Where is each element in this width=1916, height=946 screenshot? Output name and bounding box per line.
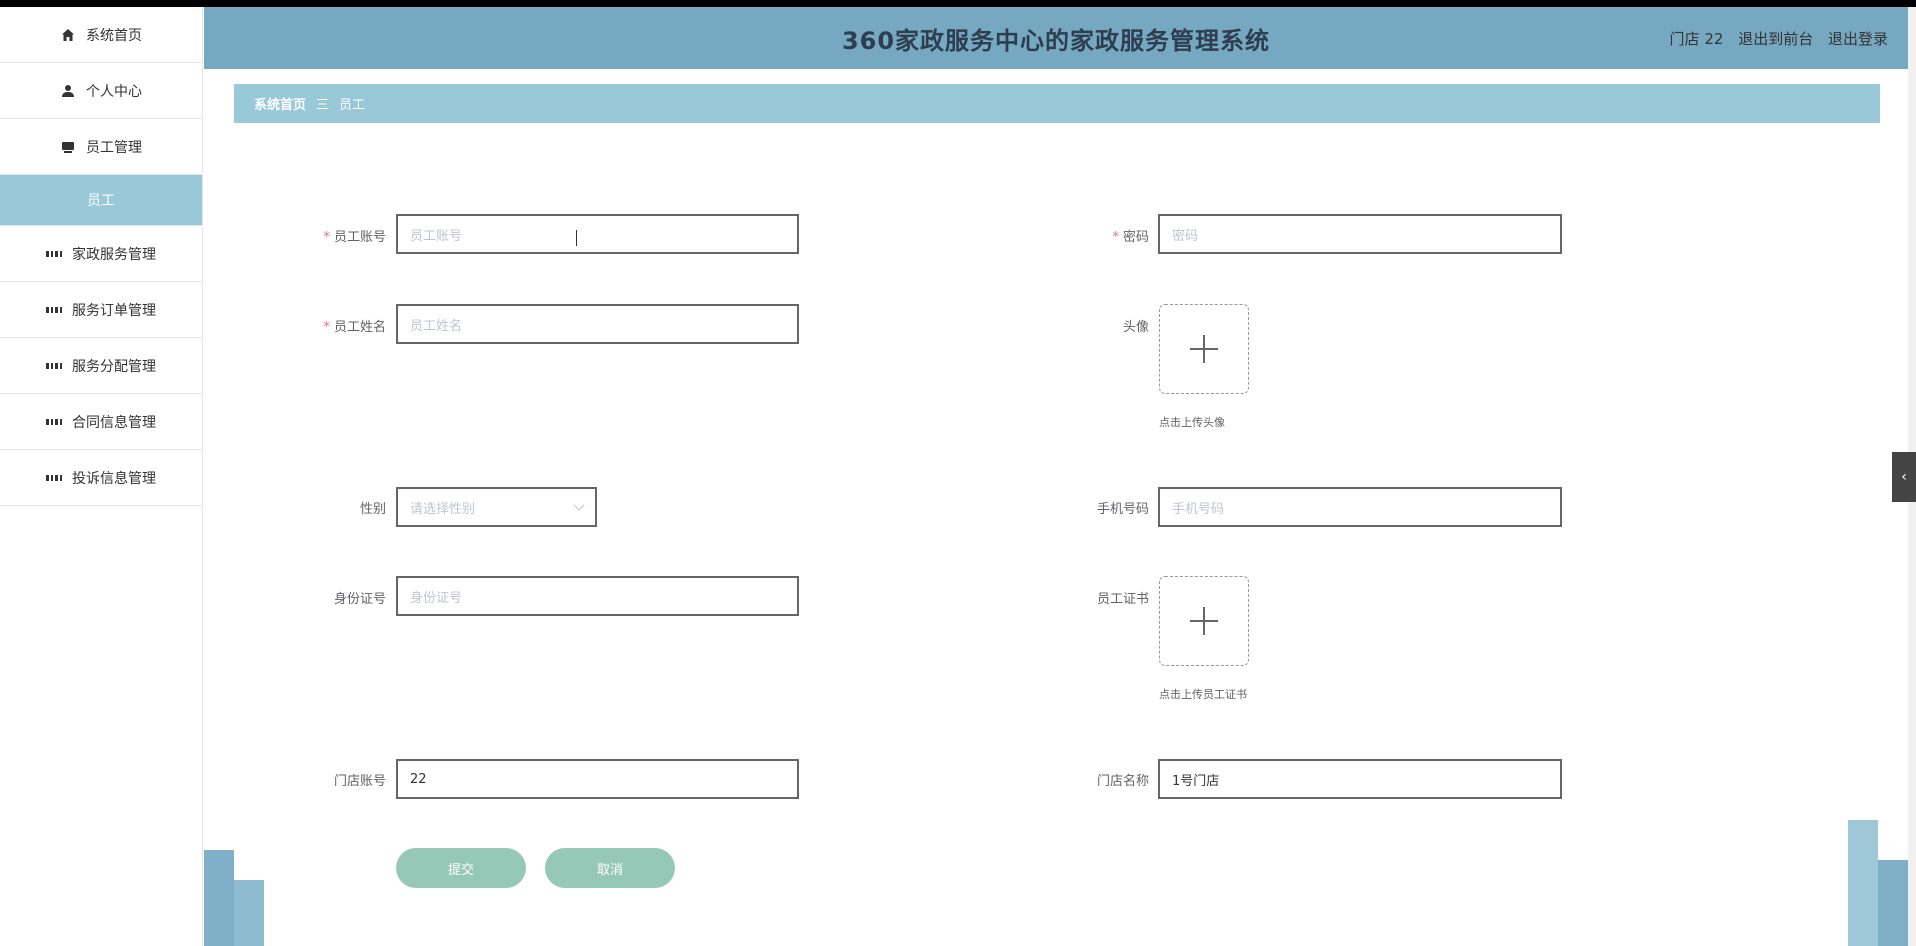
- decoration-right-1: [1848, 820, 1878, 946]
- certificate-label: 员工证书: [1096, 592, 1149, 607]
- breadcrumb-separator: 三: [316, 98, 330, 113]
- gender-select[interactable]: 请选择性别: [396, 487, 597, 527]
- required-mark: *: [323, 230, 330, 245]
- current-user: 门店 22: [1669, 30, 1724, 48]
- gender-label: 性别: [359, 502, 386, 517]
- sidebar-item-label: 员工: [87, 193, 115, 209]
- sidebar-item-label: 服务订单管理: [72, 302, 156, 319]
- sidebar-item-service-management[interactable]: 家政服务管理: [0, 226, 202, 282]
- top-border: [0, 0, 1916, 7]
- breadcrumb-current: 员工: [339, 98, 366, 113]
- store-name-input[interactable]: 1号门店: [1158, 759, 1562, 799]
- name-placeholder: 员工姓名: [410, 318, 463, 334]
- grid-icon: [46, 470, 62, 486]
- breadcrumb-home[interactable]: 系统首页: [254, 94, 306, 113]
- id-card-label: 身份证号: [333, 592, 386, 607]
- chevron-left-icon: ‹: [1901, 469, 1907, 485]
- store-name-value: 1号门店: [1172, 773, 1220, 789]
- sidebar-item-label: 服务分配管理: [72, 358, 156, 375]
- sidebar-item-complaint-management[interactable]: 投诉信息管理: [0, 450, 202, 506]
- plus-icon: [1190, 607, 1218, 635]
- breadcrumb: 系统首页 三 员工: [234, 84, 1880, 123]
- grid-icon: [46, 358, 62, 374]
- home-icon: [60, 27, 76, 43]
- account-placeholder: 员工账号: [410, 228, 463, 244]
- sidebar-item-label: 个人中心: [86, 83, 142, 100]
- chevron-down-icon: [573, 499, 585, 511]
- decoration-left-2: [234, 880, 264, 946]
- sidebar-item-label: 合同信息管理: [72, 414, 156, 431]
- sidebar-item-profile[interactable]: 个人中心: [0, 63, 202, 119]
- id-card-placeholder: 身份证号: [410, 590, 463, 606]
- certificate-upload[interactable]: [1159, 576, 1249, 666]
- name-input[interactable]: 员工姓名: [396, 304, 799, 344]
- store-account-input[interactable]: 22: [396, 759, 799, 799]
- sidebar-item-staff[interactable]: 员工: [0, 175, 202, 226]
- phone-input[interactable]: 手机号码: [1158, 487, 1562, 527]
- app-title: 360家政服务中心的家政服务管理系统: [841, 26, 1271, 55]
- submit-button[interactable]: 提交: [396, 848, 526, 888]
- password-input[interactable]: 密码: [1158, 214, 1562, 254]
- password-placeholder: 密码: [1172, 228, 1199, 244]
- sidebar-item-label: 家政服务管理: [72, 246, 156, 263]
- decoration-right-2: [1878, 860, 1908, 946]
- account-label: * 员工账号: [296, 226, 386, 245]
- header-actions: 门店 22 退出到前台 退出登录: [1670, 28, 1888, 49]
- phone-label: 手机号码: [1096, 502, 1149, 517]
- sidebar-item-assignment-management[interactable]: 服务分配管理: [0, 338, 202, 394]
- gender-placeholder: 请选择性别: [410, 501, 476, 517]
- sidebar-item-label: 系统首页: [86, 27, 142, 44]
- avatar-upload-tip: 点击上传头像: [1159, 416, 1225, 429]
- required-mark: *: [323, 320, 330, 335]
- plus-icon: [1190, 335, 1218, 363]
- sidebar: 系统首页 个人中心 员工管理 员工 家政服务管理 服务订单管理 服务分配管理 合…: [0, 7, 203, 946]
- store-account-label: 门店账号: [333, 774, 386, 789]
- cancel-button[interactable]: 取消: [545, 848, 675, 888]
- logout-link[interactable]: 退出登录: [1828, 30, 1888, 48]
- name-label-text: 员工姓名: [333, 320, 386, 335]
- store-name-label: 门店名称: [1096, 774, 1149, 789]
- name-label: * 员工姓名: [296, 316, 386, 335]
- briefcase-icon: [60, 139, 76, 155]
- grid-icon: [46, 302, 62, 318]
- collapse-tab[interactable]: ‹: [1892, 452, 1916, 502]
- store-account-value: 22: [410, 771, 427, 787]
- required-mark: *: [1112, 230, 1119, 245]
- sidebar-item-home[interactable]: 系统首页: [0, 7, 202, 63]
- phone-placeholder: 手机号码: [1172, 501, 1225, 517]
- password-label-text: 密码: [1122, 230, 1149, 245]
- text-cursor: [576, 230, 582, 246]
- avatar-upload[interactable]: [1159, 304, 1249, 394]
- user-icon: [60, 83, 76, 99]
- sidebar-item-staff-management[interactable]: 员工管理: [0, 119, 202, 175]
- sidebar-item-order-management[interactable]: 服务订单管理: [0, 282, 202, 338]
- account-input[interactable]: 员工账号: [396, 214, 799, 254]
- back-to-front-link[interactable]: 退出到前台: [1738, 30, 1813, 48]
- sidebar-item-label: 员工管理: [86, 139, 142, 156]
- grid-icon: [46, 414, 62, 430]
- avatar-label: 头像: [1122, 320, 1149, 335]
- password-label: * 密码: [1059, 226, 1149, 245]
- sidebar-item-label: 投诉信息管理: [72, 470, 156, 487]
- sidebar-item-contract-management[interactable]: 合同信息管理: [0, 394, 202, 450]
- account-label-text: 员工账号: [333, 230, 386, 245]
- id-card-input[interactable]: 身份证号: [396, 576, 799, 616]
- grid-icon: [46, 246, 62, 262]
- certificate-upload-tip: 点击上传员工证书: [1159, 688, 1247, 701]
- header: 360家政服务中心的家政服务管理系统 门店 22 退出到前台 退出登录: [204, 7, 1908, 69]
- decoration-left-1: [204, 850, 234, 946]
